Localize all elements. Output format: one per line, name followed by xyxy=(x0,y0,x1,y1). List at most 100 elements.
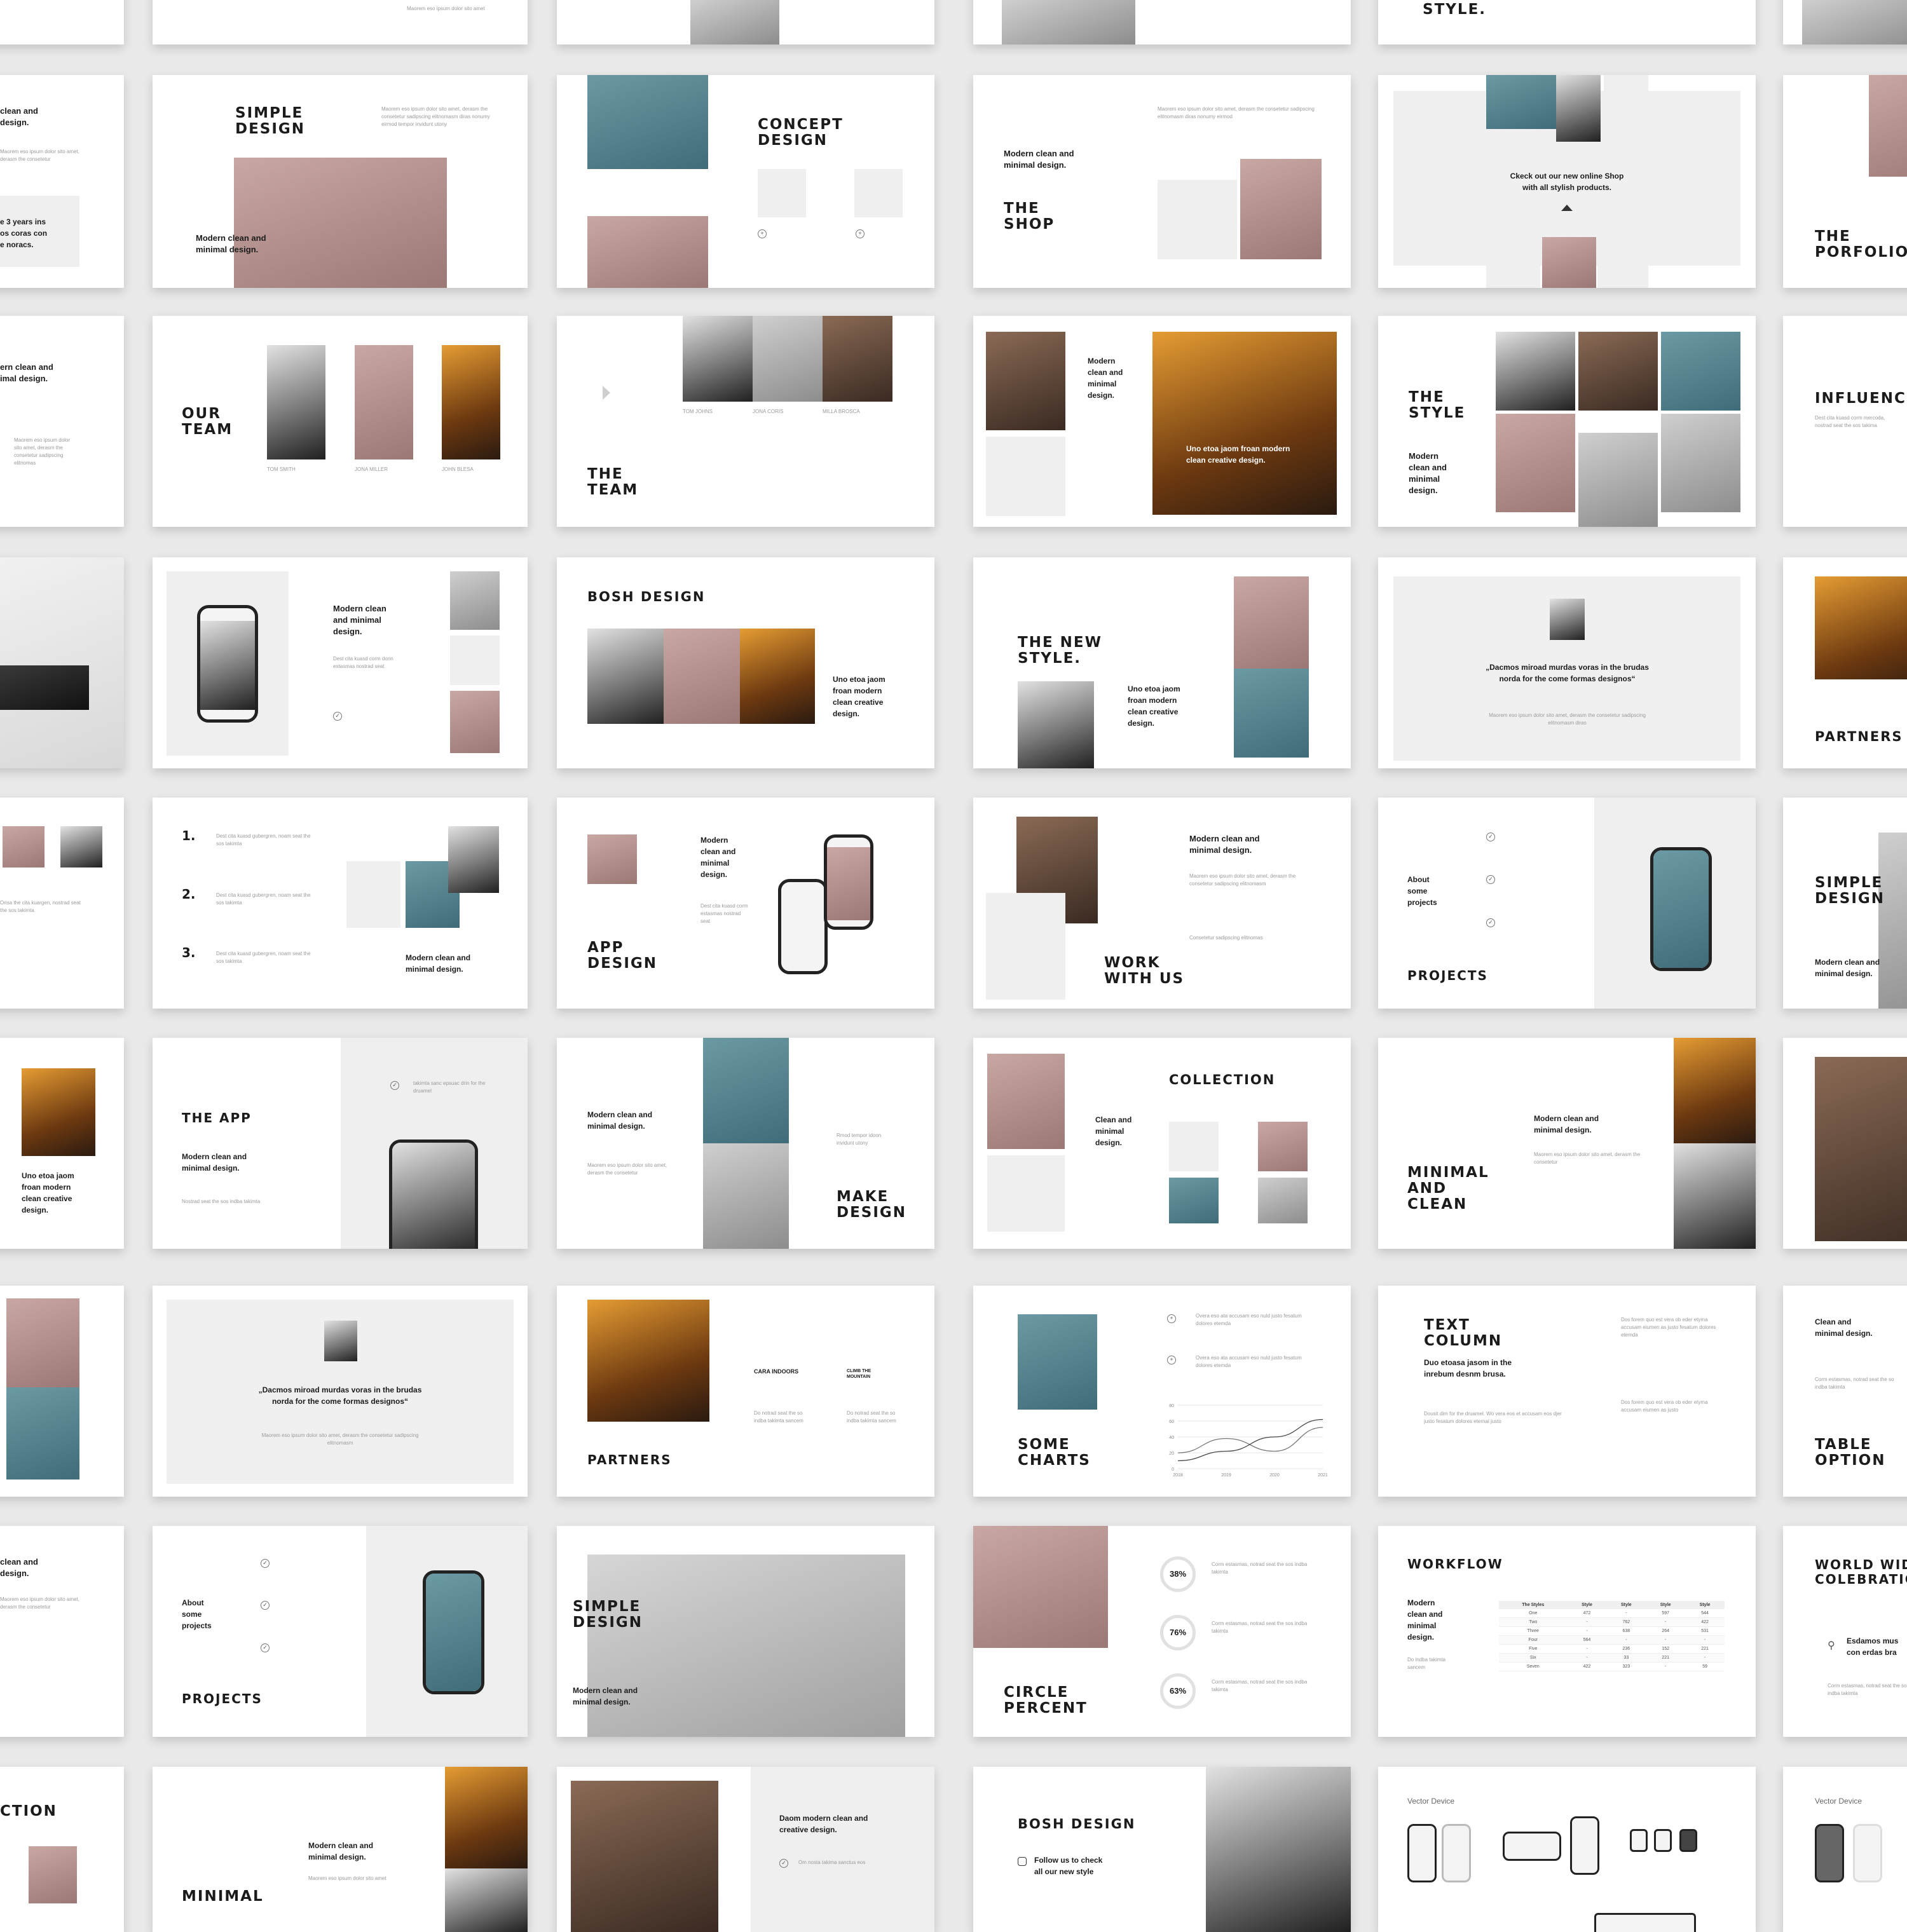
photo-chair xyxy=(986,437,1065,516)
table-cell: Five xyxy=(1499,1644,1568,1654)
body-text: Maorem eso ipsum dolor sito amet, derasm… xyxy=(14,437,71,466)
photo-man-glasses xyxy=(1018,681,1094,768)
photo-book xyxy=(986,893,1065,1000)
phone-landscape xyxy=(1503,1832,1561,1861)
table-header-cell: Style xyxy=(1567,1601,1607,1609)
slide-title: WORLD WID COLEBRATIC xyxy=(1815,1557,1907,1587)
photo-woman-pink xyxy=(1542,237,1596,288)
photo-man xyxy=(60,826,102,867)
percent-ring: 63% xyxy=(1160,1673,1196,1709)
body-text: Maorem eso ipsum dolor sito amet, derasm… xyxy=(0,149,79,162)
slide-subtitle: ern clean and imal design. xyxy=(0,362,53,383)
table-cell: 264 xyxy=(1646,1626,1686,1636)
slide-title: TABLE OPTION xyxy=(1815,1436,1886,1469)
body-text: Maorem eso ipsum dolor sito amet, derasm… xyxy=(1189,873,1296,887)
photo-man-curly xyxy=(986,332,1065,430)
phone-mockup xyxy=(389,1139,478,1249)
watch-mockup xyxy=(1679,1829,1697,1852)
table-cell: - xyxy=(1567,1626,1607,1636)
x-tick-label: 2019 xyxy=(1221,1473,1231,1478)
x-tick-label: 2020 xyxy=(1269,1473,1280,1478)
body-text: Corm estasmas, notrad seat the sos indba… xyxy=(1212,1561,1308,1575)
watch-mockup xyxy=(1630,1829,1648,1852)
slide-subtitle: Clean and minimal design. xyxy=(1815,1317,1873,1338)
x-tick-label: 2021 xyxy=(1318,1473,1328,1478)
check-icon: ✓ xyxy=(390,1081,399,1090)
photo-woman-orange xyxy=(740,629,815,724)
photo-clothes xyxy=(1258,1178,1308,1223)
photo-woman-pink xyxy=(355,345,413,459)
phone-mockup-2 xyxy=(824,834,873,930)
slide-title: THE SHOP xyxy=(1004,200,1055,233)
slide-r0c1: Maorem eso ipsum dolor sito amet xyxy=(153,0,528,44)
slide-subtitle: Modern clean and minimal design. xyxy=(1407,1598,1443,1642)
photo-book-2 xyxy=(854,169,903,217)
slide-title: CTION xyxy=(0,1803,57,1820)
slide-minimal-and-clean: MINIMAL AND CLEAN Modern clean and minim… xyxy=(1378,1038,1756,1249)
body-text: Do notrad seat the so indba takimta sanc… xyxy=(754,1410,803,1424)
photo-man-glasses xyxy=(1496,332,1575,411)
check-icon: ✓ xyxy=(1486,918,1495,927)
table-cell: One xyxy=(1499,1609,1568,1618)
photo-shoes xyxy=(1169,1178,1219,1223)
table-cell: - xyxy=(1646,1617,1686,1627)
photo-chair xyxy=(690,0,779,44)
body-text: Dest cita kuasd gubergren, noam seat the… xyxy=(216,951,311,964)
slide-quote-photo: Modern clean and minimal design. Uno eto… xyxy=(973,316,1351,527)
slide-world-wide: WORLD WID COLEBRATIC ⚲ Esdamos mus con e… xyxy=(1783,1526,1907,1737)
slide-title: PROJECTS xyxy=(182,1691,263,1706)
slide-title: MINIMAL xyxy=(182,1888,264,1905)
slide-bosh-design-2: BOSH DESIGN Follow us to check all our n… xyxy=(973,1767,1351,1932)
slide-title: PARTNERS xyxy=(587,1452,672,1467)
slide-title: WORK WITH US xyxy=(1104,955,1185,987)
photo-man xyxy=(1556,75,1601,142)
pin-icon: ⚲ xyxy=(1828,1640,1835,1651)
table-row: Five -236 152 221 xyxy=(1499,1644,1725,1654)
photo-caption: Uno etoa jaom froan modern clean creativ… xyxy=(1186,444,1290,465)
photo-man-glasses xyxy=(324,1321,357,1361)
body-text: Maorem eso ipsum dolor sito amet, derasm… xyxy=(261,1432,419,1446)
slide-projects-2: ✓ ✓ ✓ About some projects PROJECTS xyxy=(153,1526,528,1737)
table-cell: Three xyxy=(1499,1626,1568,1636)
line-chart: 80 60 40 20 02018 2019 2020 2021 xyxy=(1169,1404,1328,1478)
body-text: Corm estasmas, notrad seat the sos indba… xyxy=(1212,1679,1308,1692)
slide-vector-device-2: Vector Device xyxy=(1783,1767,1907,1932)
photo-man-glasses xyxy=(200,621,255,710)
check-icon: ✓ xyxy=(261,1601,270,1610)
body-text: Consetetur sadipscing elitnomas xyxy=(1189,935,1263,941)
list-number: 3. xyxy=(182,945,196,960)
photo-hanger xyxy=(1604,75,1648,129)
slide-subtitle: Modern clean and minimal design. xyxy=(587,1110,653,1131)
table-cell: - xyxy=(1606,1609,1646,1618)
slide-r0c4: STYLE. xyxy=(1378,0,1756,44)
team-name: JONA MILLER xyxy=(355,466,388,472)
slide-title: SOME CHARTS xyxy=(1018,1436,1091,1469)
instagram-icon[interactable] xyxy=(1018,1857,1027,1866)
photo-woman-teal xyxy=(6,1387,79,1480)
series-line-2 xyxy=(1177,1418,1323,1462)
play-icon xyxy=(603,386,610,400)
slide-r0c2 xyxy=(557,0,934,44)
slide-r2c0: ern clean and imal design. Maorem eso ip… xyxy=(0,316,124,527)
phone-mockup xyxy=(1570,1816,1599,1875)
body-text: Dest cita kuasd gubergren, noam seat the… xyxy=(216,892,311,906)
photo-clothes xyxy=(1486,220,1540,288)
table-cell: 422 xyxy=(1685,1617,1725,1627)
photo-plant xyxy=(587,1554,905,1737)
phone-mockup xyxy=(1407,1824,1437,1882)
slide-r0c0 xyxy=(0,0,124,44)
slide-title: OUR TEAM xyxy=(182,405,233,438)
photo-man-curly xyxy=(571,1781,718,1932)
slide-r5c0: Uno etoa jaom froan modern clean creativ… xyxy=(0,1038,124,1249)
slide-r6c0 xyxy=(0,1286,124,1497)
slide-workflow: WORKFLOW Modern clean and minimal design… xyxy=(1378,1526,1756,1737)
photo-woman-orange xyxy=(445,1767,528,1868)
slide-subtitle: Duo etoasa jasom in the inrebum desnm br… xyxy=(1424,1358,1512,1378)
photo-woman-pink xyxy=(1258,1122,1308,1171)
table-row: Two -762-422 xyxy=(1499,1617,1725,1627)
slide-table-option: Clean and minimal design. Corm estasmas,… xyxy=(1783,1286,1907,1497)
photo-man xyxy=(267,345,325,459)
slide-subtitle: clean and design. xyxy=(0,1557,38,1578)
slide-title: COLLECTION xyxy=(1169,1072,1276,1087)
photo-man-glasses xyxy=(587,629,664,724)
